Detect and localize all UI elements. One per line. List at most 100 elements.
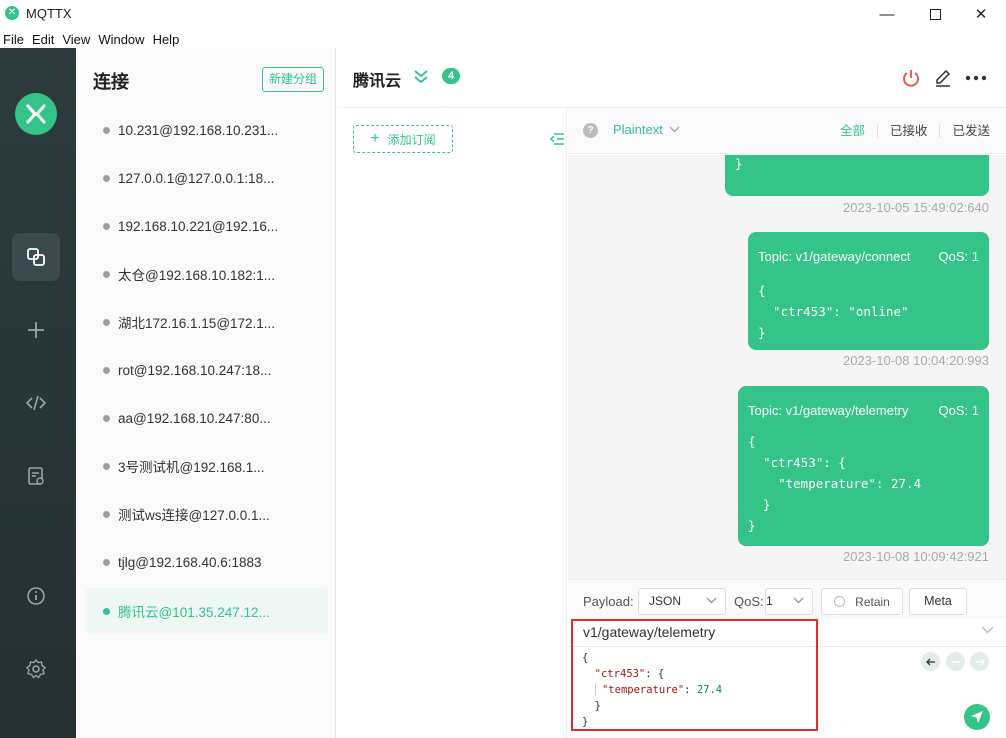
status-dot	[103, 510, 110, 518]
connection-item[interactable]: aa@192.168.10.247:80...	[86, 395, 328, 441]
connections-title: 连接	[93, 72, 129, 92]
filter-tab-all[interactable]: 全部	[828, 124, 877, 138]
more-options-button[interactable]	[964, 66, 988, 90]
sent-message-bubble[interactable]: Topic: v1/gateway/telemetry QoS: 1 { "ct…	[738, 386, 989, 546]
radio-icon	[834, 596, 846, 607]
expand-subscriptions-button[interactable]	[413, 68, 429, 87]
connection-label: aa@192.168.10.247:80...	[118, 410, 271, 426]
send-icon	[971, 711, 983, 723]
rail-log-button[interactable]	[12, 452, 60, 500]
connection-item[interactable]: tjlg@192.168.40.6:1883	[86, 539, 328, 585]
menu-edit[interactable]: Edit	[29, 32, 57, 47]
rail-script-button[interactable]	[12, 379, 60, 427]
rail-settings-button[interactable]	[12, 645, 60, 693]
menu-file[interactable]: File	[0, 32, 27, 47]
qos-select[interactable]: 1	[765, 588, 813, 615]
rail-connections-button[interactable]	[12, 233, 60, 281]
next-history-button[interactable]	[970, 652, 989, 671]
connection-label: 湖北172.16.1.15@172.1...	[118, 316, 276, 331]
menu-help[interactable]: Help	[150, 32, 183, 47]
payload-format-select[interactable]: Plaintext	[613, 122, 680, 137]
payload-editor[interactable]: { "ctr453": { "temperature": 27.4 } }	[568, 647, 1006, 738]
chevron-down-icon[interactable]	[981, 626, 994, 634]
connection-item[interactable]: 3号测试机@192.168.1...	[86, 443, 328, 489]
previous-history-button[interactable]	[921, 652, 940, 671]
message-topic: Topic: v1/gateway/connect	[758, 249, 911, 264]
message-payload: { "ctr453": "online" }	[758, 283, 909, 340]
disconnect-button[interactable]	[899, 66, 923, 90]
status-dot	[103, 222, 110, 230]
connection-label: 太仓@192.168.10.182:1...	[118, 268, 276, 283]
publish-options-bar: Payload: JSON QoS: 1 Retain Meta	[568, 579, 1006, 619]
meta-button[interactable]: Meta	[909, 588, 967, 615]
connection-label: 127.0.0.1@127.0.0.1:18...	[118, 170, 275, 186]
help-icon[interactable]: ?	[583, 123, 598, 138]
new-group-button[interactable]: 新建分组	[262, 67, 324, 92]
plus-icon	[28, 322, 44, 338]
rail-about-button[interactable]	[12, 572, 60, 620]
send-message-button[interactable]	[964, 704, 990, 730]
payload-type-select[interactable]: JSON	[638, 588, 726, 615]
chevron-down-icon	[793, 597, 804, 604]
subscriptions-column: + 添加订阅	[337, 108, 567, 738]
status-dot	[103, 174, 110, 182]
message-list[interactable]: "humidity": 41.6 } 2023-10-05 15:49:02:6…	[568, 155, 1006, 579]
topic-input[interactable]	[583, 624, 963, 640]
connection-item-active[interactable]: 腾讯云@101.35.247.12...	[86, 588, 328, 634]
filter-tab-received[interactable]: 已接收	[876, 124, 940, 138]
clear-history-button[interactable]	[946, 652, 965, 671]
connection-item[interactable]: 127.0.0.1@127.0.0.1:18...	[86, 155, 328, 201]
sent-message-bubble[interactable]: "humidity": 41.6 }	[725, 155, 989, 196]
info-icon	[27, 587, 45, 605]
add-subscription-button[interactable]: + 添加订阅	[353, 125, 453, 153]
menu-window[interactable]: Window	[95, 32, 147, 47]
connection-label: tjlg@192.168.40.6:1883	[118, 554, 262, 570]
add-subscription-label: 添加订阅	[387, 132, 436, 147]
connection-item[interactable]: 192.168.10.221@192.16...	[86, 203, 328, 249]
close-button[interactable]: ✕	[958, 0, 1004, 28]
connection-item[interactable]: rot@192.168.10.247:18...	[86, 347, 328, 393]
filter-tab-sent[interactable]: 已发送	[939, 124, 990, 138]
payload-type-value: JSON	[649, 594, 682, 608]
connection-header: 腾讯云 4	[337, 48, 1006, 108]
connection-item[interactable]: 湖北172.16.1.15@172.1...	[86, 299, 328, 345]
connection-item[interactable]: 10.231@192.168.10.231...	[86, 107, 328, 153]
menu-bar: File Edit View Window Help	[0, 30, 184, 48]
status-dot	[103, 126, 110, 134]
rail-new-connection-button[interactable]	[12, 306, 60, 354]
connection-label: 10.231@192.168.10.231...	[118, 122, 279, 138]
connection-name: 腾讯云	[353, 73, 402, 90]
chevron-down-icon	[669, 126, 680, 133]
minimize-button[interactable]: —	[864, 0, 910, 28]
payload-format-value: Plaintext	[613, 122, 663, 137]
minus-icon	[951, 660, 960, 663]
sent-message-bubble[interactable]: Topic: v1/gateway/connect QoS: 1 { "ctr4…	[748, 232, 989, 350]
status-dot	[103, 462, 110, 470]
arrow-left-icon	[925, 658, 935, 665]
maximize-icon	[929, 8, 941, 20]
edit-connection-button[interactable]	[931, 66, 955, 90]
log-icon	[28, 467, 44, 485]
qos-label: QoS:	[734, 594, 764, 609]
code-icon	[25, 395, 47, 411]
connection-item[interactable]: 太仓@192.168.10.182:1...	[86, 251, 328, 297]
mqttx-logo-icon	[15, 93, 57, 135]
menu-view[interactable]: View	[59, 32, 93, 47]
connection-label: 192.168.10.221@192.16...	[118, 218, 279, 234]
app-logo-icon: ✕	[5, 6, 19, 20]
window-title: MQTTX	[26, 6, 72, 21]
connection-item[interactable]: 测试ws连接@127.0.0.1...	[86, 491, 328, 537]
message-qos: QoS: 1	[938, 249, 979, 264]
message-payload: { "ctr453": { "temperature": 27.4 } }	[748, 434, 922, 533]
status-dot-connected	[103, 607, 110, 615]
status-dot	[103, 270, 110, 278]
power-icon	[903, 70, 919, 87]
connection-label: 腾讯云@101.35.247.12...	[118, 605, 270, 620]
payload-code: { "ctr453": { "temperature": 27.4 } }	[582, 652, 723, 728]
retain-toggle[interactable]: Retain	[821, 588, 903, 615]
chevron-down-icon	[706, 597, 717, 604]
collapse-subscriptions-button[interactable]	[549, 132, 565, 149]
maximize-button[interactable]	[912, 0, 958, 28]
collapse-list-icon	[549, 133, 564, 145]
edit-icon	[936, 69, 951, 87]
